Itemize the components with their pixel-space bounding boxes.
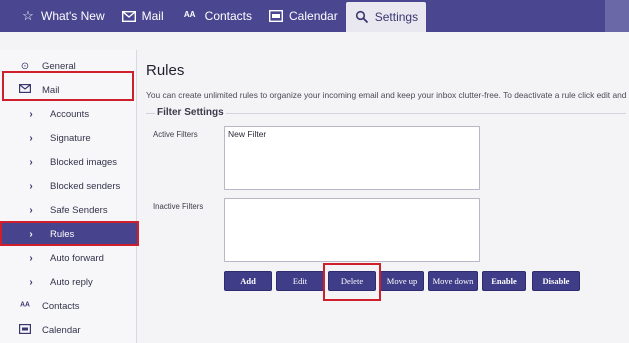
sidebar-item-label: Auto reply <box>50 276 93 288</box>
calendar-icon <box>18 323 32 337</box>
tab-whats-new[interactable]: ☆ What's New <box>12 0 113 32</box>
tab-whats-new-label: What's New <box>41 9 105 23</box>
enable-button[interactable]: Enable <box>482 271 526 291</box>
sidebar-item-label: Auto forward <box>50 252 104 264</box>
sidebar-item-label: Blocked senders <box>50 180 121 192</box>
chevron-right-icon: › <box>29 180 33 192</box>
active-filters-label: Active Filters <box>153 130 198 139</box>
gear-icon: ⊙ <box>20 60 30 72</box>
chevron-right-icon: › <box>29 156 33 168</box>
sidebar-item-label: Blocked images <box>50 156 118 168</box>
sidebar-item-calendar[interactable]: Calendar <box>0 318 137 342</box>
edit-button[interactable]: Edit <box>276 271 324 291</box>
mail-highlight-box <box>2 71 134 101</box>
sidebar-item-blocked-images[interactable]: › Blocked images <box>0 150 137 174</box>
chevron-right-icon: › <box>29 132 33 144</box>
sidebar-item-auto-forward[interactable]: › Auto forward <box>0 246 137 270</box>
sidebar-item-label: Signature <box>50 132 91 144</box>
chevron-right-icon: › <box>29 276 33 288</box>
delete-highlight-box <box>323 263 381 301</box>
tab-calendar[interactable]: Calendar <box>260 0 346 32</box>
rules-highlight-box <box>0 221 139 246</box>
inactive-filters-list[interactable] <box>224 198 480 262</box>
contacts-icon: ᴬᴬ <box>183 9 196 23</box>
chevron-right-icon: › <box>29 252 33 264</box>
tab-settings-label: Settings <box>374 10 419 24</box>
tab-settings[interactable]: Settings <box>345 2 427 32</box>
envelope-icon <box>121 8 137 24</box>
move-down-button[interactable]: Move down <box>428 271 478 291</box>
sidebar-item-safe-senders[interactable]: › Safe Senders <box>0 198 137 222</box>
tab-mail-label: Mail <box>141 9 164 23</box>
disable-button[interactable]: Disable <box>532 271 580 291</box>
gear-icon <box>354 9 370 25</box>
sidebar-item-label: General <box>42 60 76 72</box>
tab-calendar-label: Calendar <box>289 9 338 23</box>
list-item[interactable]: New Filter <box>225 127 479 141</box>
sidebar-item-contacts[interactable]: ᴬᴬ Contacts <box>0 294 137 318</box>
filter-settings-legend: Filter Settings <box>155 107 226 118</box>
active-filters-list[interactable]: New Filter <box>224 126 480 190</box>
sidebar-item-label: Contacts <box>42 300 80 312</box>
page-description: You can create unlimited rules to organi… <box>146 90 627 100</box>
top-navigation: ☆ What's New Mail ᴬᴬ Contacts Calendar S… <box>0 0 629 32</box>
nav-right-edge <box>605 0 629 32</box>
calendar-icon <box>268 8 284 24</box>
tab-contacts-label: Contacts <box>204 9 253 23</box>
chevron-right-icon: › <box>29 108 33 120</box>
rules-panel: Rules You can create unlimited rules to … <box>138 50 629 343</box>
page-title: Rules <box>146 62 185 79</box>
sidebar-item-label: Calendar <box>42 324 81 336</box>
inactive-filters-label: Inactive Filters <box>153 202 204 211</box>
add-button[interactable]: Add <box>224 271 272 291</box>
sidebar-item-signature[interactable]: › Signature <box>0 126 137 150</box>
star-icon: ☆ <box>22 8 34 23</box>
tab-mail[interactable]: Mail <box>113 0 172 32</box>
move-up-button[interactable]: Move up <box>380 271 424 291</box>
sidebar-item-label: Safe Senders <box>50 204 108 216</box>
sidebar-item-auto-reply[interactable]: › Auto reply <box>0 270 137 294</box>
tab-contacts[interactable]: ᴬᴬ Contacts <box>172 0 260 32</box>
contacts-icon: ᴬᴬ <box>20 300 30 312</box>
sidebar-item-blocked-senders[interactable]: › Blocked senders <box>0 174 137 198</box>
chevron-right-icon: › <box>29 204 33 216</box>
sidebar-item-label: Accounts <box>50 108 90 120</box>
sidebar-item-accounts[interactable]: › Accounts <box>0 102 137 126</box>
